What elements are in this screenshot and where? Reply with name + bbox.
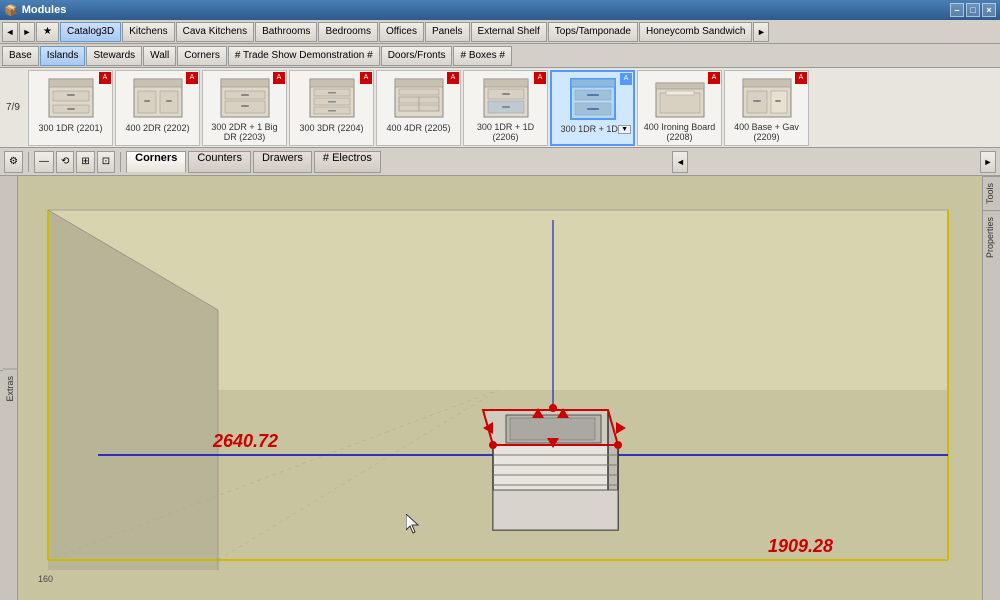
- thumb-icon-3: A: [273, 72, 285, 84]
- thumb-label-8: 400 Ironing Board (2208): [640, 123, 719, 143]
- thumb-dropdown-7[interactable]: ▼: [618, 125, 631, 134]
- nav-cava-kitchens-button[interactable]: Cava Kitchens: [176, 22, 254, 42]
- thumb-img-6: [476, 73, 536, 122]
- thumb-img-4: [302, 73, 362, 123]
- nav-bar-2: Base Islands Stewards Wall Corners # Tra…: [0, 44, 1000, 68]
- tab-corners[interactable]: Corners: [177, 46, 227, 66]
- tab-stewards[interactable]: Stewards: [86, 46, 142, 66]
- tab-islands[interactable]: Islands: [40, 46, 86, 66]
- nav-honeycomb-button[interactable]: Honeycomb Sandwich: [639, 22, 753, 42]
- tab-boxes[interactable]: # Boxes #: [453, 46, 511, 66]
- thumb-icon-1: A: [99, 72, 111, 84]
- thumb-label-9: 400 Base + Gav (2209): [727, 123, 806, 143]
- thumb-label-6: 300 1DR + 1D (2206): [466, 123, 545, 143]
- tab-trade-show[interactable]: # Trade Show Demonstration #: [228, 46, 380, 66]
- thumb-item-5[interactable]: A 400 4DR (2205): [376, 70, 461, 146]
- thumb-icon-4: A: [360, 72, 372, 84]
- thumb-icon-8: A: [708, 72, 720, 84]
- thumb-label-1: 300 1DR (2201): [38, 124, 102, 134]
- thumb-label-3: 300 2DR + 1 Big DR (2203): [205, 123, 284, 143]
- thumb-img-5: [389, 73, 449, 123]
- page-number: 7/9: [2, 100, 26, 115]
- nav-favorite-button[interactable]: ★: [36, 22, 59, 42]
- thumb-img-9: [737, 73, 797, 122]
- thumb-item-7-selected[interactable]: A 300 1DR + 1DR ▼: [550, 70, 635, 146]
- viewport-3d[interactable]: 2640.72 1909.28 160: [18, 176, 982, 600]
- toolbar-sep-1: [28, 152, 29, 172]
- maximize-button[interactable]: □: [966, 3, 980, 17]
- thumb-img-2: [128, 73, 188, 123]
- thumb-img-7: [563, 74, 623, 124]
- title-bar: 📦 Modules – □ ×: [0, 0, 1000, 20]
- thumb-item-1[interactable]: A 300 1DR (2201): [28, 70, 113, 146]
- thumb-label-4: 300 3DR (2204): [299, 124, 363, 134]
- tab-drawers-button[interactable]: Drawers: [253, 151, 312, 173]
- tool-grid-button[interactable]: ⊞: [76, 151, 94, 173]
- thumb-icon-5: A: [447, 72, 459, 84]
- thumb-img-1: [41, 73, 101, 123]
- thumb-img-8: [650, 73, 710, 122]
- thumb-icon-6: A: [534, 72, 546, 84]
- nav-bathrooms-button[interactable]: Bathrooms: [255, 22, 317, 42]
- thumb-item-2[interactable]: A 400 2DR (2202): [115, 70, 200, 146]
- tab-corners-button[interactable]: Corners: [126, 151, 186, 173]
- sidebar-properties-tab[interactable]: Properties: [983, 210, 1000, 264]
- thumb-icon-9: A: [795, 72, 807, 84]
- tab-doors-fronts[interactable]: Doors/Fronts: [381, 46, 453, 66]
- thumb-label-5: 400 4DR (2205): [386, 124, 450, 134]
- title-bar-buttons: – □ ×: [950, 3, 996, 17]
- tool-line-button[interactable]: —: [34, 151, 54, 173]
- thumb-item-6[interactable]: A 300 1DR + 1D (2206): [463, 70, 548, 146]
- tool-settings-button[interactable]: ⚙: [4, 151, 23, 173]
- nav-bedrooms-button[interactable]: Bedrooms: [318, 22, 378, 42]
- title-bar-left: 📦 Modules: [4, 4, 66, 17]
- minimize-button[interactable]: –: [950, 3, 964, 17]
- tool-undo-button[interactable]: ⟲: [56, 151, 74, 173]
- toolbar-sep-2: [120, 152, 121, 172]
- thumb-label-2: 400 2DR (2202): [125, 124, 189, 134]
- nav-more-button[interactable]: ►: [753, 22, 769, 42]
- coord-display: 160: [38, 574, 53, 584]
- nav-offices-button[interactable]: Offices: [379, 22, 424, 42]
- tab-scroll-right[interactable]: ►: [980, 151, 996, 173]
- right-sidebar: Tools Properties: [982, 176, 1000, 600]
- tab-electros-button[interactable]: # Electros: [314, 151, 381, 173]
- sidebar-tools-tab[interactable]: Tools: [983, 176, 1000, 210]
- tab-scroll-left[interactable]: ◄: [672, 151, 688, 173]
- tab-wall[interactable]: Wall: [143, 46, 176, 66]
- sidebar-extras-tab[interactable]: Extras: [3, 369, 17, 408]
- left-sidebar: Extras Items Automatic Insert Module Lis…: [0, 176, 18, 600]
- thumb-icon-2: A: [186, 72, 198, 84]
- tool-select-button[interactable]: ⊡: [97, 151, 115, 173]
- thumb-item-8[interactable]: A 400 Ironing Board (2208): [637, 70, 722, 146]
- thumb-item-3[interactable]: A 300 2DR + 1 Big DR (2203): [202, 70, 287, 146]
- nav-forward-button[interactable]: ►: [19, 22, 35, 42]
- title-text: Modules: [22, 4, 67, 16]
- sidebar-items-tab[interactable]: Items: [0, 370, 3, 405]
- thumb-img-3: [215, 73, 275, 122]
- nav-tops-button[interactable]: Tops/Tamponade: [548, 22, 638, 42]
- nav-external-shelf-button[interactable]: External Shelf: [471, 22, 547, 42]
- nav-panels-button[interactable]: Panels: [425, 22, 470, 42]
- toolbar-row: ⚙ — ⟲ ⊞ ⊡ Corners Counters Drawers # Ele…: [0, 148, 1000, 176]
- close-button[interactable]: ×: [982, 3, 996, 17]
- thumb-item-9[interactable]: A 400 Base + Gav (2209): [724, 70, 809, 146]
- nav-kitchens-button[interactable]: Kitchens: [122, 22, 174, 42]
- nav-bar-1: ◄ ► ★ Catalog3D Kitchens Cava Kitchens B…: [0, 20, 1000, 44]
- main-container: Extras Items Automatic Insert Module Lis…: [0, 176, 1000, 600]
- room-svg: [18, 176, 982, 600]
- tab-base[interactable]: Base: [2, 46, 39, 66]
- nav-catalog3d-button[interactable]: Catalog3D: [60, 22, 121, 42]
- thumb-item-4[interactable]: A 300 3DR (2204): [289, 70, 374, 146]
- nav-back-button[interactable]: ◄: [2, 22, 18, 42]
- tab-counters-button[interactable]: Counters: [188, 151, 251, 173]
- thumbnail-strip: 7/9 A 300 1DR (2201) A: [0, 68, 1000, 148]
- title-icon: 📦: [4, 4, 18, 17]
